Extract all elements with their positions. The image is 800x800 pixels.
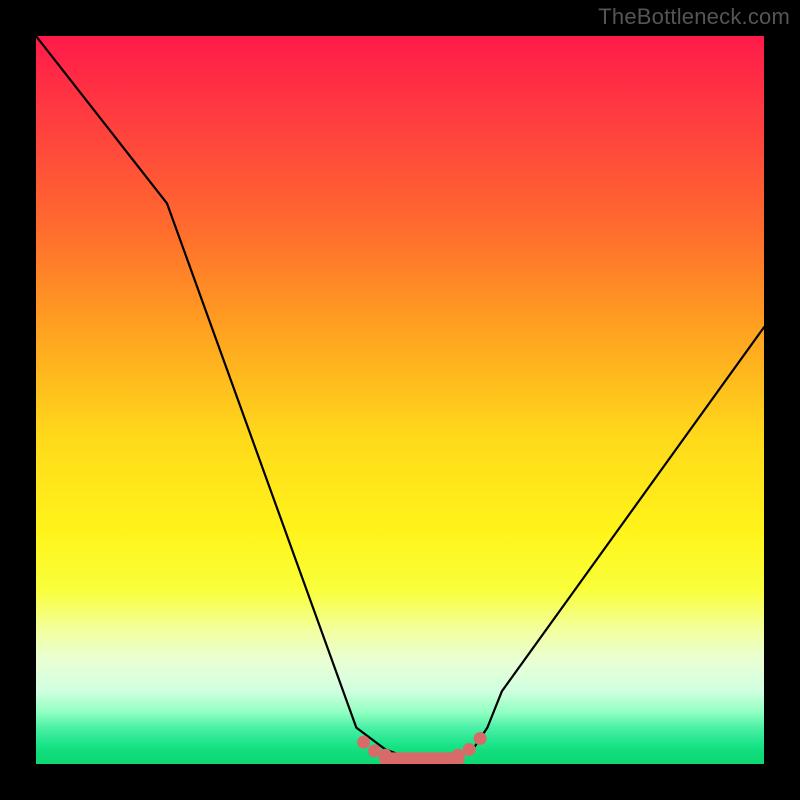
watermark-text: TheBottleneck.com xyxy=(598,4,790,30)
chart-frame: TheBottleneck.com xyxy=(0,0,800,800)
bottleneck-plot xyxy=(36,36,764,764)
dip-dot xyxy=(463,743,476,756)
bottleneck-curve-path xyxy=(36,36,764,760)
dip-dot xyxy=(474,732,487,745)
plot-area xyxy=(36,36,764,764)
dip-markers xyxy=(357,732,486,762)
dip-dot xyxy=(357,736,370,749)
dip-dot xyxy=(379,749,392,762)
